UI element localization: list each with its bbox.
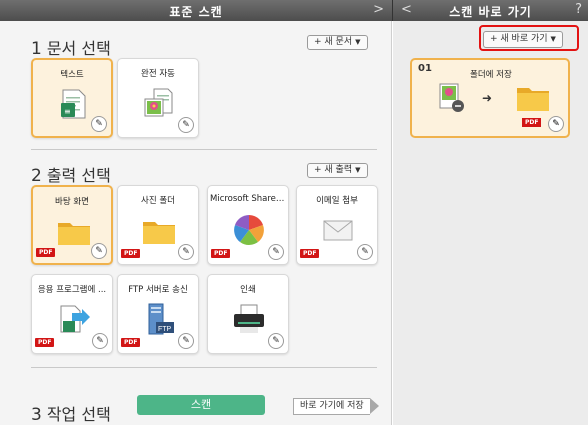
output-card-desktop[interactable]: 바탕 화면 PDF ✎	[31, 185, 113, 265]
section-divider	[31, 149, 377, 150]
mail-icon	[323, 220, 353, 241]
folder-icon	[143, 222, 175, 244]
help-icon[interactable]: ?	[575, 2, 582, 17]
scan-document-icon	[439, 83, 464, 112]
section-document-title: 1 문서 선택	[31, 39, 111, 59]
output-card-sharepoint[interactable]: Microsoft SharePo... PDF ✎	[207, 185, 289, 265]
pdf-badge: PDF	[121, 338, 141, 347]
pdf-badge: PDF	[522, 118, 542, 127]
application-icon	[60, 305, 90, 333]
edit-pencil-icon[interactable]: ✎	[178, 244, 194, 260]
auto-document-icon	[144, 88, 173, 117]
pdf-badge: PDF	[36, 248, 56, 257]
section-output-title: 2 출력 선택	[31, 166, 111, 186]
standard-scan-title: 표준 스캔	[169, 5, 223, 19]
pdf-badge: PDF	[121, 249, 141, 258]
edit-pencil-icon[interactable]: ✎	[178, 333, 194, 349]
section-action-title: 3 작업 선택	[31, 405, 111, 425]
output-card-print[interactable]: 인쇄 ✎	[207, 274, 289, 354]
section-divider	[31, 367, 377, 368]
new-shortcut-button[interactable]: + 새 바로 가기 ▼	[483, 31, 563, 48]
folder-icon	[517, 88, 549, 111]
svg-text:≡: ≡	[64, 107, 71, 116]
edit-pencil-icon[interactable]: ✎	[91, 243, 107, 259]
new-output-button[interactable]: + 새 출력 ▼	[307, 163, 368, 178]
printer-icon	[234, 304, 264, 333]
standard-scan-pane: 1 문서 선택 + 새 문서 ▼ 텍스트 ≡ ✎ 완전 자동 ✎ 2 출력 선택 + …	[0, 21, 392, 425]
text-document-icon: ≡	[61, 89, 86, 119]
scan-shortcut-title: 스캔 바로 가기	[449, 5, 532, 19]
pdf-badge: PDF	[35, 338, 55, 347]
new-document-button[interactable]: + 새 문서 ▼	[307, 35, 368, 50]
arrow-right-icon: ➜	[482, 91, 493, 105]
shortcut-card[interactable]: 01 폴더에 저장 ➜ PDF ✎	[410, 58, 570, 138]
scan-shortcut-titlebar: < 스캔 바로 가기 ?	[392, 0, 588, 21]
folder-icon	[58, 223, 90, 245]
ftp-server-icon: FTP	[148, 303, 174, 335]
edit-pencil-icon[interactable]: ✎	[92, 333, 108, 349]
sharepoint-icon	[234, 215, 264, 245]
edit-pencil-icon[interactable]: ✎	[268, 244, 284, 260]
pdf-badge: PDF	[300, 249, 320, 258]
pdf-badge: PDF	[211, 249, 231, 258]
expand-right-arrow[interactable]: >	[373, 2, 384, 17]
svg-text:FTP: FTP	[158, 326, 172, 333]
edit-pencil-icon[interactable]: ✎	[548, 116, 564, 132]
output-card-ftp[interactable]: FTP 서버로 송신 FTP PDF ✎	[117, 274, 199, 354]
standard-scan-titlebar: 표준 스캔 >	[0, 0, 392, 21]
save-to-shortcut-button[interactable]: 바로 가기에 저장	[293, 398, 379, 415]
output-card-pictures[interactable]: 사진 폴더 PDF ✎	[117, 185, 199, 265]
edit-pencil-icon[interactable]: ✎	[178, 117, 194, 133]
scan-shortcut-pane: + 새 바로 가기 ▼ 01 폴더에 저장 ➜ PDF ✎	[393, 21, 588, 425]
scan-button[interactable]: 스캔	[137, 395, 265, 415]
output-card-email[interactable]: 이메일 첨부 PDF ✎	[296, 185, 378, 265]
edit-pencil-icon[interactable]: ✎	[268, 333, 284, 349]
document-card-auto[interactable]: 완전 자동 ✎	[117, 58, 199, 138]
edit-pencil-icon[interactable]: ✎	[91, 116, 107, 132]
output-card-application[interactable]: 응용 프로그램에 ... PDF ✎	[31, 274, 113, 354]
edit-pencil-icon[interactable]: ✎	[357, 244, 373, 260]
document-card-text[interactable]: 텍스트 ≡ ✎	[31, 58, 113, 138]
